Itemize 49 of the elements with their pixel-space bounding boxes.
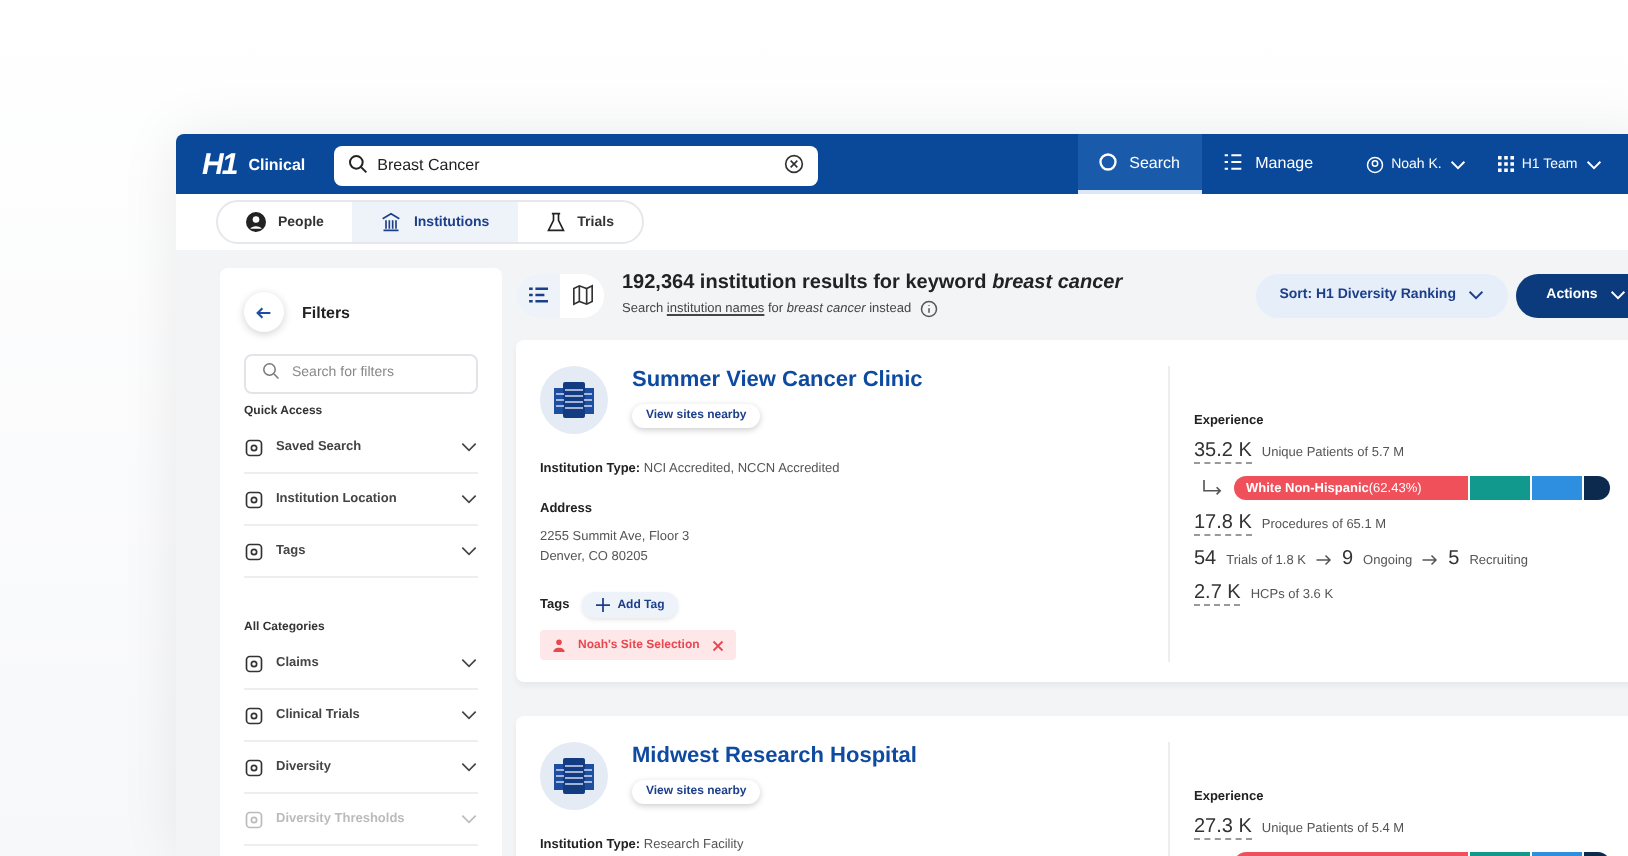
institution-name[interactable]: Midwest Research Hospital	[632, 744, 917, 768]
caret-icon	[1468, 290, 1484, 300]
arrow-right-icon	[1315, 553, 1332, 565]
stat-value: 2.7 K	[1194, 582, 1241, 606]
chevron-down-icon	[460, 494, 478, 504]
close-icon[interactable]	[711, 639, 724, 651]
logo[interactable]: H1	[202, 147, 237, 181]
nav-tab[interactable]: Search	[1077, 134, 1202, 194]
back-button[interactable]	[244, 292, 284, 332]
building-icon	[379, 212, 402, 232]
chevron-down-icon	[460, 762, 478, 772]
stat-value: 9	[1341, 548, 1354, 570]
list-icon	[1221, 152, 1244, 172]
info-icon[interactable]	[919, 300, 938, 318]
product-name: Clinical	[248, 155, 306, 173]
stat-value: 54	[1194, 548, 1217, 570]
search-field[interactable]: Breast Cancer	[333, 145, 818, 185]
chevron-down-icon	[460, 546, 478, 556]
stat-value: 35.2 K	[1194, 440, 1252, 464]
plus-icon	[595, 598, 610, 612]
panel-title: Filters	[302, 303, 351, 321]
results-heading: 192,364 institution results for keyword breast cancer	[622, 272, 1125, 294]
chevron-down-icon	[460, 442, 478, 452]
flask-icon	[545, 212, 566, 232]
arrow-left-icon	[256, 305, 272, 319]
caret-icon	[1609, 290, 1626, 300]
nav-tab[interactable]: Manage	[1201, 134, 1334, 194]
chevron-down-icon	[460, 658, 478, 668]
diversity-segment[interactable]	[1584, 476, 1610, 500]
institution-name[interactable]: Summer View Cancer Clinic	[632, 368, 923, 392]
stat-value: 17.8 K	[1194, 512, 1252, 536]
list-view-button[interactable]	[516, 273, 560, 317]
hospital-building-icon	[540, 742, 608, 810]
clear-icon[interactable]	[783, 154, 804, 174]
elbow-arrow-icon	[1202, 479, 1224, 497]
caret-icon	[1585, 159, 1602, 169]
caret-icon	[1449, 159, 1466, 169]
stat-value: 5	[1448, 548, 1460, 570]
chevron-down-icon	[460, 710, 478, 720]
list-icon	[527, 286, 549, 304]
user-icon	[1365, 155, 1384, 173]
person-icon	[246, 212, 266, 232]
map-icon	[571, 284, 593, 306]
chevron-down-icon	[460, 814, 478, 824]
grid-icon	[1497, 156, 1514, 172]
arrow-right-icon	[1422, 553, 1439, 565]
hospital-building-icon	[540, 366, 608, 434]
stat-value: 27.3 K	[1194, 816, 1252, 840]
people-icon	[552, 638, 566, 652]
